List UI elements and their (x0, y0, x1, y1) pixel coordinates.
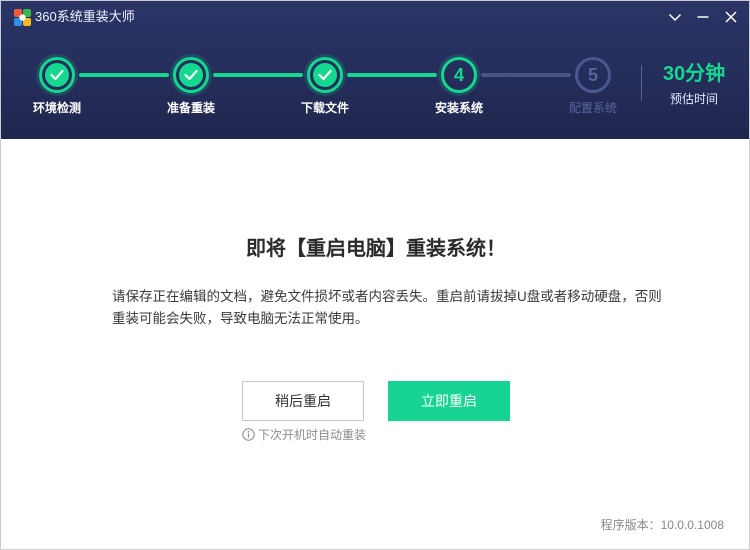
restart-now-button[interactable]: 立即重启 (388, 381, 510, 421)
installer-window: 360系统重装大师 4 5 环境检测 准备重装 下载文件 安装系统 配置系统 3… (0, 0, 750, 550)
program-version: 程序版本：10.0.0.1008 (600, 518, 724, 532)
progress-connector-3 (347, 73, 437, 77)
chevron-down-icon (668, 13, 682, 22)
checkmark-icon (318, 69, 332, 81)
header-divider (641, 65, 642, 101)
menu-button[interactable] (664, 7, 686, 27)
eta-label: 预估时间 (669, 92, 718, 106)
window-title: 360系统重装大师 (35, 9, 135, 24)
restart-later-button[interactable]: 稍后重启 (242, 381, 364, 421)
checkmark-icon (50, 69, 64, 81)
eta-value: 30分钟 (662, 63, 726, 85)
info-icon (242, 428, 255, 441)
progress-connector-2 (213, 73, 303, 77)
app-logo-icon (14, 9, 31, 26)
step-4-number: 4 (453, 65, 464, 85)
step-3-circle (307, 57, 343, 93)
title-bar[interactable]: 360系统重装大师 (1, 1, 749, 33)
progress-header: 360系统重装大师 4 5 环境检测 准备重装 下载文件 安装系统 配置系统 3… (1, 1, 749, 139)
step-1-label: 环境检测 (32, 101, 81, 115)
close-icon (725, 11, 737, 23)
step-4-label: 安装系统 (434, 101, 483, 115)
step-5-number: 5 (587, 65, 598, 85)
restart-description: 请保存正在编辑的文档，避免文件损坏或者内容丢失。重启前请拔掉U盘或者移动硬盘，否… (112, 289, 662, 326)
step-5-circle: 5 (575, 57, 611, 93)
progress-connector-4 (481, 73, 571, 77)
minimize-icon (697, 16, 709, 18)
step-2-label: 准备重装 (166, 101, 215, 115)
close-button[interactable] (720, 7, 742, 27)
step-2-circle (173, 57, 209, 93)
step-3-label: 下载文件 (300, 101, 349, 115)
step-4-circle: 4 (441, 57, 477, 93)
minimize-button[interactable] (692, 7, 714, 27)
progress-connector-1 (79, 73, 169, 77)
hint-text: 下次开机时自动重装 (258, 428, 367, 442)
checkmark-icon (184, 69, 198, 81)
step-1-circle (39, 57, 75, 93)
restart-headline: 即将【重启电脑】重装系统！ (246, 238, 506, 260)
step-5-label: 配置系统 (568, 101, 617, 115)
